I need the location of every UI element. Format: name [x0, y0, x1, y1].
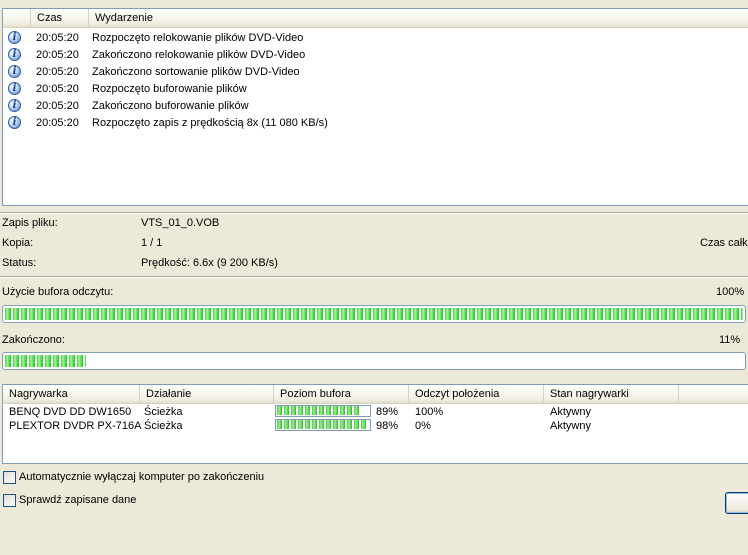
total-time-label: Czas całk	[700, 237, 748, 249]
log-message: Zakończono sortowanie plików DVD-Video	[92, 66, 300, 78]
recorders-header: Nagrywarka Działanie Poziom bufora Odczy…	[3, 385, 748, 404]
file-value: VTS_01_0.VOB	[141, 217, 220, 229]
recorder-state: Aktywny	[550, 420, 591, 432]
log-message: Zakończono relokowanie plików DVD-Video	[92, 49, 306, 61]
log-time: 20:05:20	[36, 66, 79, 78]
auto-shutdown-option[interactable]: Automatycznie wyłączaj komputer po zakoń…	[3, 471, 264, 485]
copy-value: 1 / 1	[141, 237, 163, 249]
verify-checkbox[interactable]	[3, 494, 16, 507]
log-time: 20:05:20	[36, 49, 79, 61]
completed-fill	[5, 355, 86, 367]
info-icon: i	[8, 99, 21, 112]
state-column-header[interactable]: Stan nagrywarki	[544, 385, 679, 403]
status-value: Prędkość: 6.6x (9 200 KB/s)	[141, 257, 278, 269]
read-buffer-label: Użycie bufora odczytu:	[2, 286, 114, 298]
log-time: 20:05:20	[36, 83, 79, 95]
recorder-buffer-fill	[277, 420, 367, 429]
log-message: Rozpoczęto buforowanie plików	[92, 83, 247, 95]
recorder-row[interactable]: PLEXTOR DVDR PX-716A Ścieżka 98% 0% Aktywny	[3, 419, 748, 433]
recorder-buffer-percent: 98%	[376, 420, 399, 432]
time-column-header[interactable]: Czas	[31, 9, 89, 27]
auto-shutdown-checkbox[interactable]	[3, 471, 16, 484]
event-column-header[interactable]: Wydarzenie	[89, 9, 748, 27]
log-time: 20:05:20	[36, 32, 79, 44]
separator	[0, 212, 748, 214]
action-column-header[interactable]: Działanie	[140, 385, 274, 403]
buffer-column-header[interactable]: Poziom bufora	[274, 385, 409, 403]
recorder-buffer-fill	[277, 406, 359, 415]
info-icon: i	[8, 116, 21, 129]
recorder-position: 0%	[415, 420, 431, 432]
info-icon: i	[8, 65, 21, 78]
info-icon: i	[8, 31, 21, 44]
recorder-state: Aktywny	[550, 406, 591, 418]
icon-column-header[interactable]	[3, 9, 31, 27]
recorder-action: Ścieżka	[144, 420, 183, 432]
log-message: Rozpoczęto zapis z prędkością 8x (11 080…	[92, 117, 328, 129]
log-time: 20:05:20	[36, 100, 79, 112]
file-label: Zapis pliku:	[2, 217, 58, 229]
recorder-name: PLEXTOR DVDR PX-716A	[9, 420, 142, 432]
recorder-position: 100%	[415, 406, 444, 418]
log-message: Zakończono buforowanie plików	[92, 100, 249, 112]
event-log-list[interactable]: Czas Wydarzenie i 20:05:20 Rozpoczęto relo…	[2, 8, 748, 206]
recorder-row[interactable]: BENQ DVD DD DW1650 Ścieżka 89% 100% Aktywny	[3, 405, 748, 419]
recorder-buffer-bar	[275, 405, 371, 417]
copy-label: Kopia:	[2, 237, 34, 249]
read-buffer-fill	[5, 308, 743, 320]
event-log-header: Czas Wydarzenie	[3, 9, 748, 28]
info-icon: i	[8, 82, 21, 95]
verify-label: Sprawdź zapisane dane	[19, 494, 137, 506]
status-label: Status:	[2, 257, 37, 269]
separator	[0, 276, 748, 278]
info-icon: i	[8, 48, 21, 61]
read-buffer-percent: 100%	[716, 286, 745, 298]
recorder-action: Ścieżka	[144, 406, 183, 418]
recorder-buffer-percent: 89%	[376, 406, 399, 418]
completed-percent: 11%	[719, 334, 741, 346]
log-message: Rozpoczęto relokowanie plików DVD-Video	[92, 32, 304, 44]
partial-button[interactable]	[725, 492, 748, 514]
recorder-column-header[interactable]: Nagrywarka	[3, 385, 140, 403]
position-column-header[interactable]: Odczyt położenia	[409, 385, 544, 403]
completed-label: Zakończono:	[2, 334, 65, 346]
read-buffer-progress	[2, 305, 746, 323]
recorder-name: BENQ DVD DD DW1650	[9, 406, 132, 418]
auto-shutdown-label: Automatycznie wyłączaj komputer po zakoń…	[19, 471, 265, 483]
recorders-list[interactable]: Nagrywarka Działanie Poziom bufora Odczy…	[2, 384, 748, 464]
verify-option[interactable]: Sprawdź zapisane dane	[3, 494, 136, 508]
completed-progress	[2, 352, 746, 370]
recorder-buffer-bar	[275, 419, 371, 431]
log-time: 20:05:20	[36, 117, 79, 129]
empty-column-header	[679, 385, 748, 403]
